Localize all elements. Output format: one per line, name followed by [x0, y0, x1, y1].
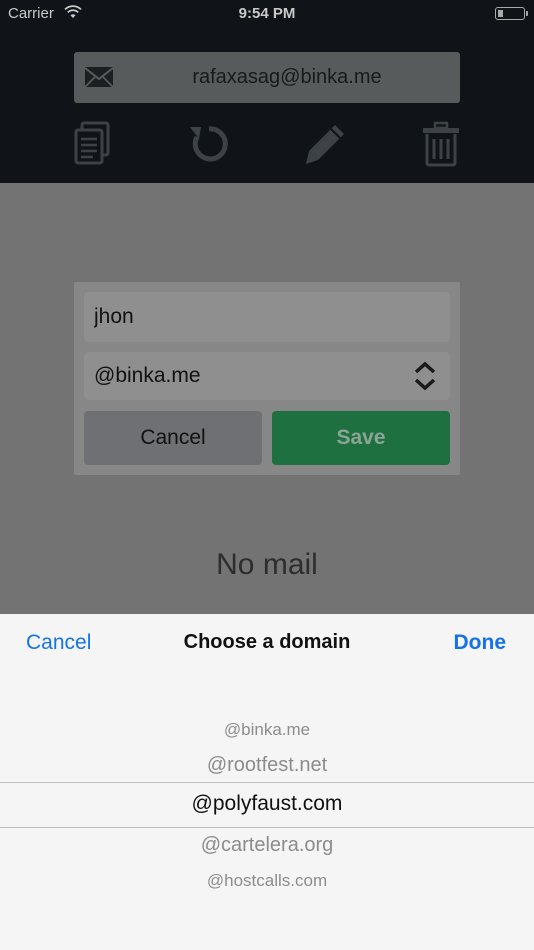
- pencil-icon: [306, 125, 344, 164]
- picker-option-selected[interactable]: @polyfaust.com: [0, 792, 534, 816]
- envelope-icon: [84, 66, 114, 88]
- picker-option[interactable]: @cartelera.org: [0, 834, 534, 857]
- current-email-field[interactable]: rafaxasag@binka.me: [74, 52, 460, 103]
- domain-select[interactable]: @binka.me: [84, 352, 450, 400]
- status-time: 9:54 PM: [238, 5, 296, 22]
- picker-done-button[interactable]: Done: [454, 631, 507, 655]
- battery-icon: [495, 7, 528, 20]
- delete-button[interactable]: [419, 121, 463, 167]
- empty-state-text: No mail: [216, 548, 318, 581]
- chevron-up-down-icon: [412, 361, 438, 391]
- copy-icon: [74, 121, 110, 165]
- username-input[interactable]: [84, 292, 450, 342]
- picker-option[interactable]: @hostcalls.com: [0, 871, 534, 891]
- edit-button[interactable]: [303, 121, 347, 167]
- trash-icon: [423, 121, 459, 167]
- dialog-cancel-button[interactable]: Cancel: [84, 411, 262, 465]
- refresh-button[interactable]: [187, 121, 231, 167]
- picker-option[interactable]: @rootfest.net: [0, 754, 534, 777]
- picker-option[interactable]: @binka.me: [0, 720, 534, 740]
- domain-select-value: @binka.me: [94, 364, 201, 387]
- domain-picker: Cancel Choose a domain Done @binka.me @r…: [0, 614, 534, 950]
- picker-toolbar: Cancel Choose a domain Done: [0, 614, 534, 672]
- selection-divider-top: [0, 782, 534, 783]
- selection-divider-bottom: [0, 827, 534, 828]
- header-bar: Carrier 9:54 PM rafaxasag@binka.me: [0, 0, 534, 183]
- dialog-save-button[interactable]: Save: [272, 411, 450, 465]
- copy-button[interactable]: [71, 121, 115, 167]
- current-email-text: rafaxasag@binka.me: [192, 66, 382, 88]
- status-bar: Carrier 9:54 PM: [0, 0, 534, 28]
- refresh-icon: [190, 126, 228, 162]
- edit-address-dialog: @binka.me Cancel Save: [74, 282, 460, 475]
